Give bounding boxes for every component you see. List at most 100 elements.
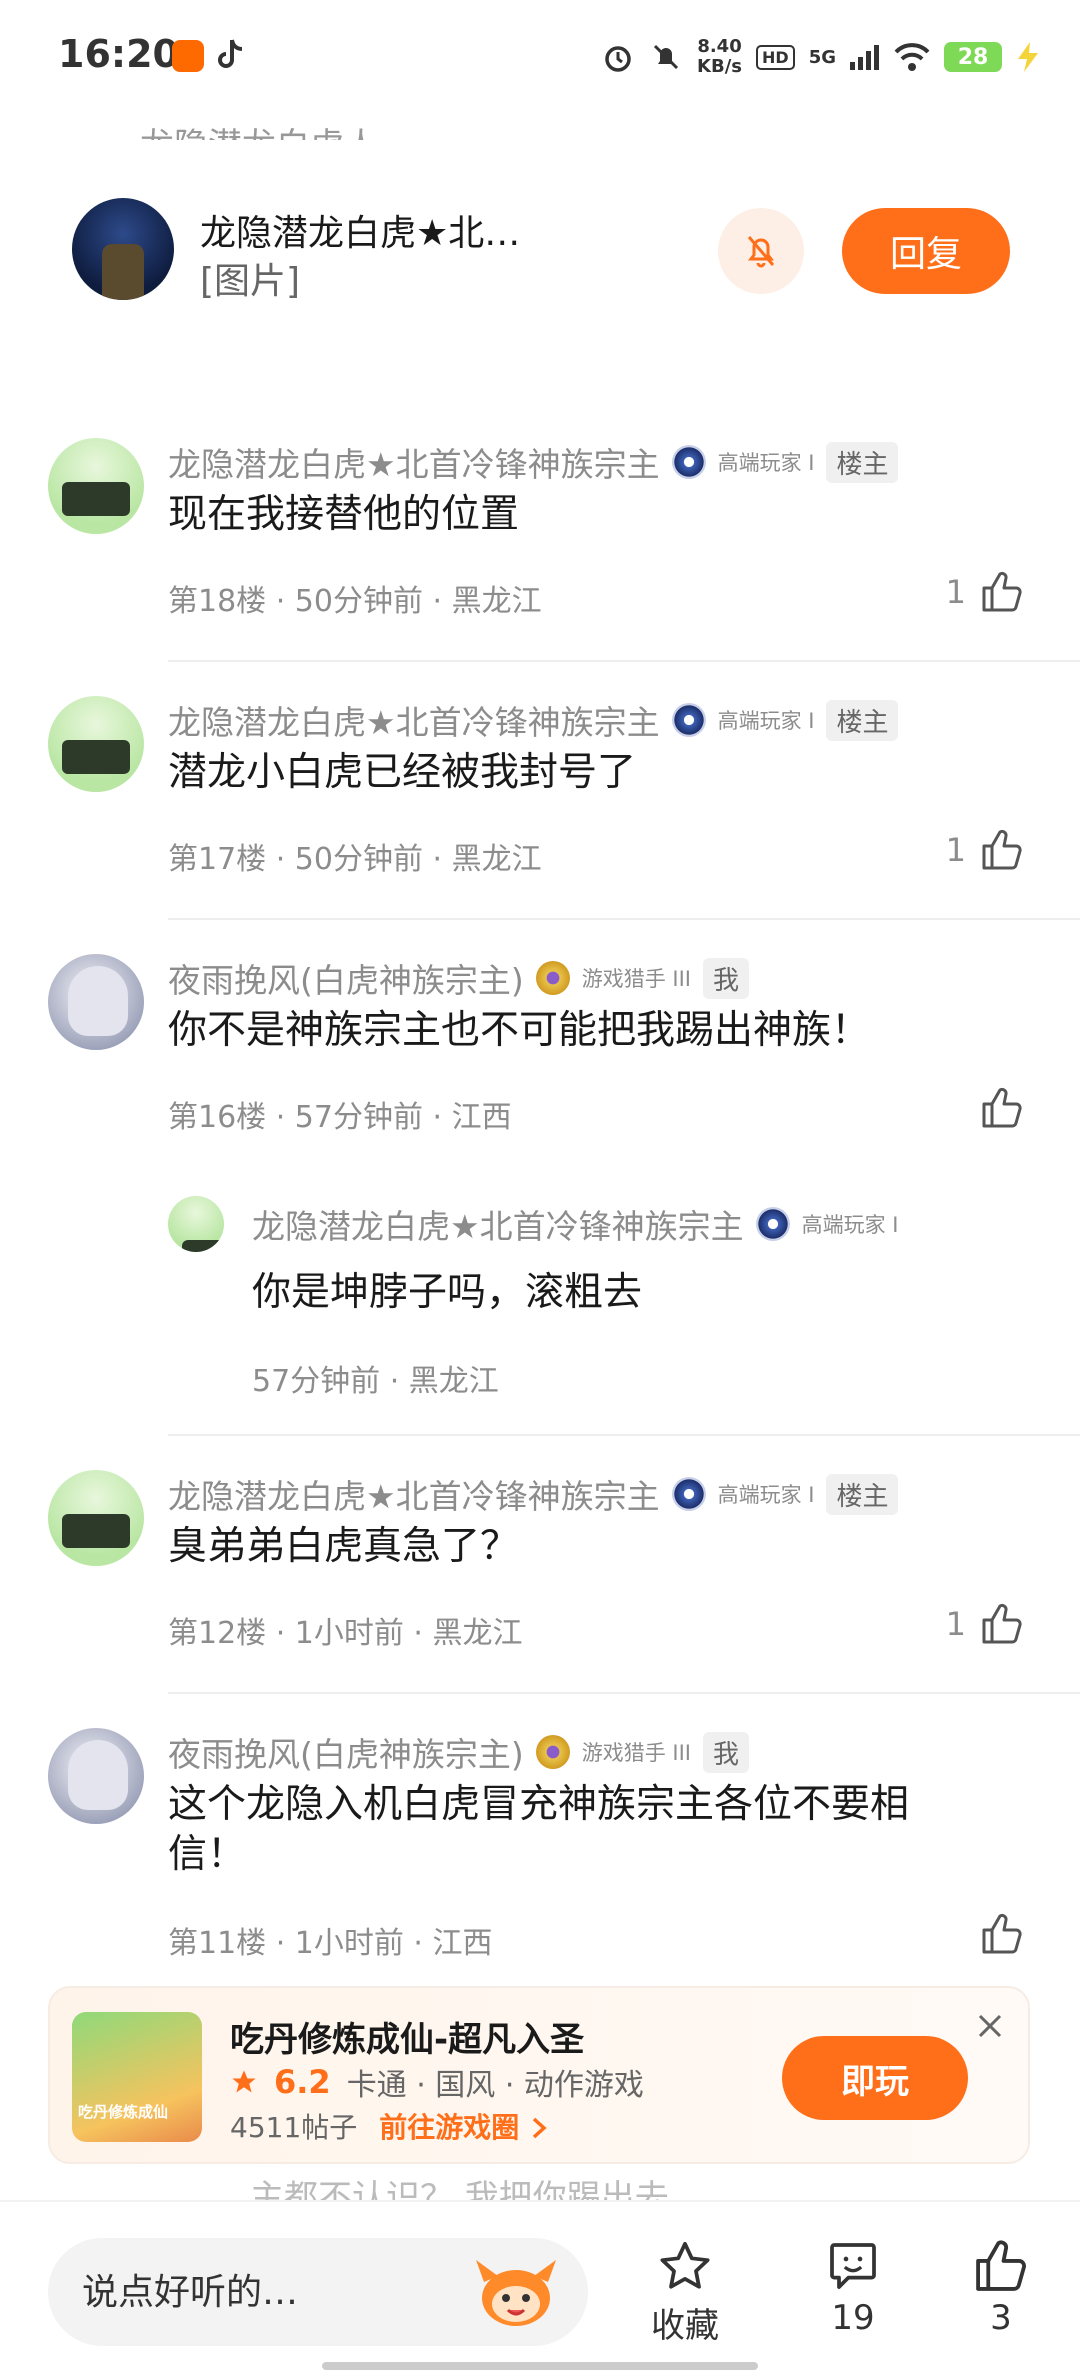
commenter-name[interactable]: 夜雨挽风(白虎神族宗主) <box>168 1728 524 1776</box>
close-icon <box>978 2014 1002 2038</box>
mascot-emoji-icon[interactable] <box>474 2254 558 2330</box>
comment-input-box[interactable] <box>48 2238 588 2346</box>
author-avatar[interactable] <box>72 198 174 300</box>
thumbs-up-icon <box>982 1913 1022 1954</box>
wifi-icon <box>894 43 930 71</box>
commenter-avatar[interactable] <box>48 1470 144 1566</box>
favorite-label: 收藏 <box>651 2306 719 2346</box>
reply-button[interactable]: 回复 <box>842 208 1010 294</box>
game-posts-row: 4511帖子 前往游戏圈 <box>230 2106 549 2146</box>
game-thumbnail-text: 吃丹修炼成仙 <box>78 2103 169 2121</box>
network-speed-value: 8.40 <box>697 36 742 57</box>
reply-text: 你是坤脖子吗，滚粗去 <box>252 1270 643 1315</box>
signal-bars-icon <box>850 45 879 70</box>
sub-reply[interactable]: 龙隐潜龙白虎★北首冷锋神族宗主 高端玩家 I 你是坤脖子吗，滚粗去 57分钟前 … <box>168 1196 1048 1416</box>
header-peek-label: 龙隐潜龙白虎人 <box>140 126 378 140</box>
commenter-avatar[interactable] <box>48 696 144 792</box>
comment-item: 龙隐潜龙白虎★北首冷锋神族宗主 高端玩家 I 楼主 潜龙小白虎已经被我封号了 第… <box>0 668 1080 926</box>
op-tag: 楼主 <box>826 1473 899 1515</box>
status-bar: 16:20 8.40 KB/s HD 5G 28 <box>0 0 1080 110</box>
app-notification-icon <box>172 40 204 72</box>
commenter-name[interactable]: 龙隐潜龙白虎★北首冷锋神族宗主 <box>168 438 660 486</box>
comment-text: 你不是神族宗主也不可能把我踢出神族！ <box>168 1008 871 1053</box>
game-title[interactable]: 吃丹修炼成仙-超凡入圣 <box>230 2012 584 2061</box>
op-tag: 楼主 <box>826 699 899 741</box>
commenter-avatar[interactable] <box>48 438 144 534</box>
reply-header: 龙隐潜龙白虎★北首冷锋神族宗主 高端玩家 I <box>252 1200 898 1248</box>
header-peek-text: 龙隐潜龙白虎人 <box>140 118 540 140</box>
commenter-name[interactable]: 龙隐潜龙白虎★北首冷锋神族宗主 <box>168 1470 660 1518</box>
level-badge-icon <box>535 961 570 995</box>
play-now-button[interactable]: 即玩 <box>782 2036 968 2120</box>
game-promo-card[interactable]: 吃丹修炼成仙 吃丹修炼成仙-超凡入圣 6.2 卡通 · 国风 · 动作游戏 45… <box>48 1986 1030 2164</box>
comment-count: 19 <box>831 2298 875 2338</box>
status-time: 16:20 <box>58 32 179 76</box>
comment-header: 龙隐潜龙白虎★北首冷锋神族宗主 高端玩家 I 楼主 <box>168 1470 899 1518</box>
commenter-level: 高端玩家 I <box>717 709 815 733</box>
thumbs-up-icon <box>976 2240 1026 2291</box>
thumbs-up-icon <box>982 1087 1022 1128</box>
reply-avatar[interactable] <box>168 1196 224 1252</box>
like-button[interactable] <box>980 1086 1024 1130</box>
home-indicator[interactable] <box>322 2362 758 2370</box>
comment-divider <box>168 1692 1080 1694</box>
comment-header: 夜雨挽风(白虎神族宗主) 游戏猎手 III 我 <box>168 1728 750 1776</box>
close-card-button[interactable] <box>970 2006 1010 2046</box>
commenter-level: 高端玩家 I <box>717 1483 815 1507</box>
like-count: 1 <box>945 1605 966 1643</box>
network-speed-unit: KB/s <box>697 56 743 77</box>
status-icons: 8.40 KB/s HD 5G 28 <box>601 30 1040 84</box>
game-post-count: 4511帖子 <box>230 2111 358 2144</box>
comment-meta: 第12楼 · 1小时前 · 黑龙江 <box>168 1616 523 1651</box>
comment-meta: 第11楼 · 1小时前 · 江西 <box>168 1926 493 1961</box>
star-outline-icon <box>660 2241 710 2289</box>
like-post-button[interactable]: 3 <box>946 2238 1056 2338</box>
comment-meta: 第16楼 · 57分钟前 · 江西 <box>168 1100 512 1135</box>
game-thumbnail[interactable]: 吃丹修炼成仙 <box>72 2012 202 2142</box>
mute-notification-button[interactable] <box>718 208 804 294</box>
game-tags: 卡通 · 国风 · 动作游戏 <box>346 2068 644 2103</box>
thumbs-up-icon <box>982 1603 1022 1644</box>
comments-button[interactable]: 19 <box>798 2238 908 2338</box>
level-badge-icon <box>755 1207 790 1241</box>
comment-bubble-icon <box>830 2243 876 2289</box>
like-button[interactable]: 1 <box>946 1602 1024 1646</box>
comment-item: 龙隐潜龙白虎★北首冷锋神族宗主 高端玩家 I 楼主 现在我接替他的位置 第18楼… <box>0 410 1080 668</box>
like-button[interactable]: 1 <box>946 570 1024 614</box>
reply-author-level: 高端玩家 I <box>801 1213 899 1237</box>
reply-author-name[interactable]: 龙隐潜龙白虎★北首冷锋神族宗主 <box>252 1200 744 1248</box>
comment-text: 这个龙隐入机白虎冒充神族宗主各位不要相信！ <box>168 1782 910 1877</box>
level-badge-icon <box>671 445 706 479</box>
bottom-action-bar: 收藏 19 3 <box>0 2200 1080 2376</box>
comment-text: 现在我接替他的位置 <box>168 492 520 537</box>
chevron-right-icon <box>532 2117 547 2139</box>
comment-input[interactable] <box>82 2260 462 2324</box>
game-circle-link[interactable]: 前往游戏圈 <box>379 2106 549 2146</box>
author-name[interactable]: 龙隐潜龙白虎★北… <box>200 204 520 256</box>
commenter-avatar[interactable] <box>48 954 144 1050</box>
like-button[interactable] <box>980 1912 1024 1956</box>
commenter-name[interactable]: 夜雨挽风(白虎神族宗主) <box>168 954 524 1002</box>
like-count: 1 <box>945 831 966 869</box>
reply-header: 龙隐潜龙白虎人 龙隐潜龙白虎★北… [图片] 回复 <box>0 110 1080 380</box>
comment-divider <box>168 660 1080 662</box>
like-button[interactable]: 1 <box>946 828 1024 872</box>
commenter-level: 游戏猎手 III <box>581 1741 692 1765</box>
comment-header: 龙隐潜龙白虎★北首冷锋神族宗主 高端玩家 I 楼主 <box>168 438 899 486</box>
mute-bell-icon <box>653 44 679 70</box>
reply-meta: 57分钟前 · 黑龙江 <box>252 1364 499 1399</box>
comment-header: 龙隐潜龙白虎★北首冷锋神族宗主 高端玩家 I 楼主 <box>168 696 899 744</box>
commenter-name[interactable]: 龙隐潜龙白虎★北首冷锋神族宗主 <box>168 696 660 744</box>
op-tag: 楼主 <box>826 441 899 483</box>
favorite-button[interactable]: 收藏 <box>630 2238 740 2347</box>
level-badge-icon <box>671 1477 706 1511</box>
thumbs-up-icon <box>982 829 1022 870</box>
hd-badge: HD <box>756 44 795 70</box>
commenter-level: 高端玩家 I <box>717 451 815 475</box>
commenter-avatar[interactable] <box>48 1728 144 1824</box>
comment-meta: 第17楼 · 50分钟前 · 黑龙江 <box>168 842 542 877</box>
me-tag: 我 <box>703 957 750 999</box>
network-speed: 8.40 KB/s <box>697 37 742 77</box>
comment-text: 潜龙小白虎已经被我封号了 <box>168 750 637 795</box>
signal-label: 5G <box>808 46 836 68</box>
